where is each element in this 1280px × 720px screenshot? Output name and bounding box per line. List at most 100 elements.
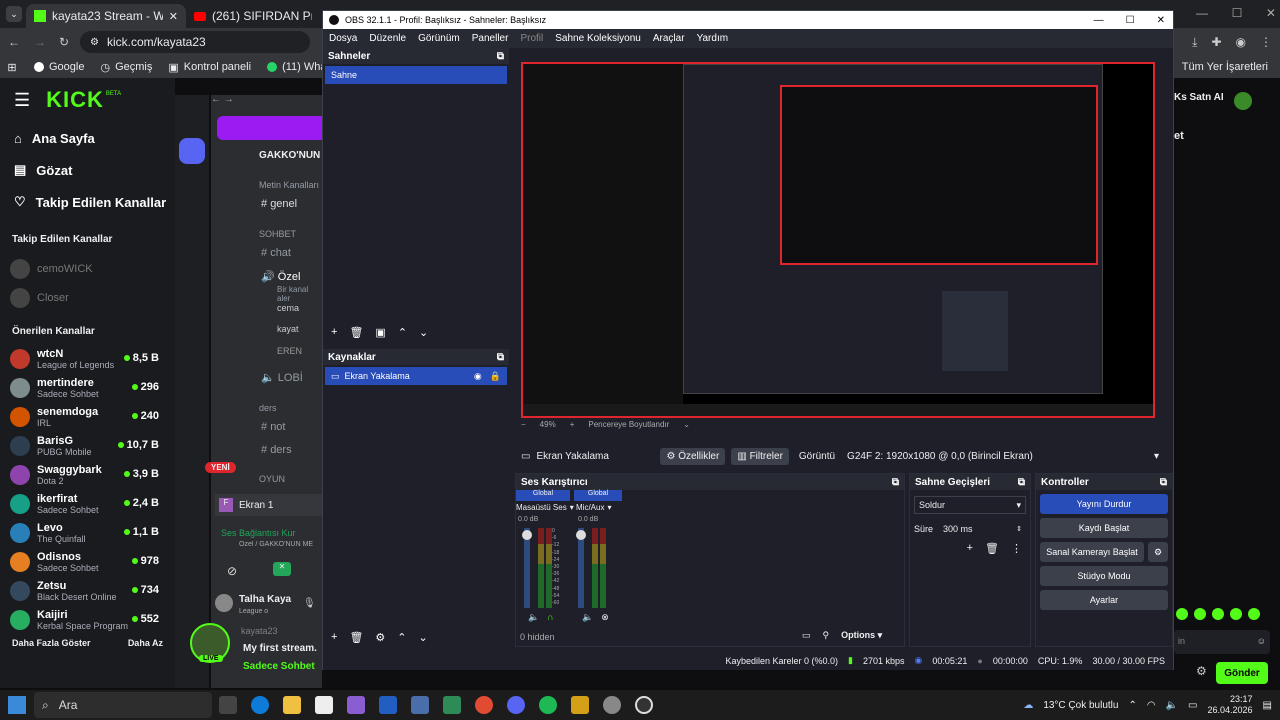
recommended-channel[interactable]: Odisnos Sadece Sohbet 978	[0, 547, 175, 576]
apps-icon[interactable]: ⊞	[0, 61, 24, 74]
menu-edit[interactable]: Düzenle	[369, 33, 406, 44]
bookmark-google[interactable]: Google	[34, 61, 84, 73]
menu-icon[interactable]: ⋮	[1260, 35, 1272, 50]
spinner-icon[interactable]: ⇕	[1016, 525, 1022, 533]
send-button[interactable]: Gönder	[1216, 662, 1268, 684]
user-avatar[interactable]	[215, 594, 233, 612]
notification-icon[interactable]: ▤	[1263, 700, 1272, 711]
tab-search-icon[interactable]: ⌄	[6, 6, 22, 22]
source-item[interactable]: ▭ Ekran Yakalama ◉ 🔒	[325, 367, 507, 385]
trash-icon[interactable]: 🗑	[349, 326, 363, 339]
studio-mode-button[interactable]: Stüdyo Modu	[1040, 566, 1168, 586]
tab-youtube[interactable]: (261) SIFIRDAN Profesyonel TV	[186, 4, 320, 28]
eye-icon[interactable]: ◉	[474, 371, 482, 382]
bookmark-dashboard[interactable]: ▣ Kontrol paneli	[168, 61, 251, 74]
stop-streaming-button[interactable]: Yayını Durdur	[1040, 494, 1168, 514]
category-chat[interactable]: SOHBET	[259, 229, 296, 239]
stream-category[interactable]: Sadece Sohbet	[243, 661, 315, 672]
voice-user[interactable]: cema	[277, 303, 299, 313]
store-icon[interactable]	[315, 696, 333, 714]
recommended-channel[interactable]: senemdoga IRL 240	[0, 402, 175, 431]
server-name[interactable]: GAKKO'NUN	[259, 150, 320, 161]
hamburger-icon[interactable]: ☰	[14, 90, 30, 111]
voice-status[interactable]: Ses Bağlantısı Kur	[221, 528, 322, 538]
app-icon[interactable]	[347, 696, 365, 714]
nav-browse[interactable]: ▤ Gözat	[0, 154, 175, 186]
discord-home-icon[interactable]	[179, 138, 205, 164]
properties-button[interactable]: ⚙ Özellikler	[660, 447, 726, 465]
up-icon[interactable]: ⌃	[397, 631, 406, 644]
filters-button[interactable]: ▥ Filtreler	[731, 447, 789, 465]
task-view-icon[interactable]	[219, 696, 237, 714]
wifi-icon[interactable]: ◠	[1147, 700, 1156, 711]
menu-scene-collection[interactable]: Sahne Koleksiyonu	[555, 33, 641, 44]
settings-button[interactable]: Ayarlar	[1040, 590, 1168, 610]
add-icon[interactable]: +	[967, 542, 973, 555]
maximize-icon[interactable]: ☐	[1126, 15, 1135, 26]
discord-icon[interactable]	[507, 696, 525, 714]
nav-following[interactable]: ♡ Takip Edilen Kanallar	[0, 186, 175, 218]
mixer-channel-desktop[interactable]: Masaüstü Ses ▾	[516, 503, 574, 512]
channel-genel[interactable]: # genel	[261, 198, 297, 210]
tray-chevron-icon[interactable]: ⌃	[1128, 700, 1136, 711]
lock-icon[interactable]: 🔒	[490, 371, 501, 382]
edge-icon[interactable]	[251, 696, 269, 714]
up-icon[interactable]: ⌃	[398, 326, 407, 339]
mic-meter[interactable]	[576, 528, 616, 608]
voice-user[interactable]: EREN	[277, 346, 302, 356]
screen-share-icon[interactable]: ✕	[273, 562, 291, 576]
emote-icon[interactable]	[1212, 608, 1224, 620]
battery-icon[interactable]: ▭	[1188, 700, 1197, 711]
recommended-channel[interactable]: Levo The Quinfall 1,1 B	[0, 518, 175, 547]
nav-home[interactable]: ⌂ Ana Sayfa	[0, 122, 175, 154]
show-more-link[interactable]: Daha Fazla Göster	[12, 638, 91, 648]
download-icon[interactable]: ⤓	[1192, 35, 1197, 50]
emote-icon[interactable]	[1194, 608, 1206, 620]
menu-docks[interactable]: Paneller	[472, 33, 509, 44]
mic-icon[interactable]: 🎙	[303, 598, 316, 609]
menu-tools[interactable]: Araçlar	[653, 33, 685, 44]
trash-icon[interactable]: 🗑	[349, 631, 363, 644]
dock-float-icon[interactable]: ⧉	[497, 51, 504, 62]
preview-scale[interactable]: Pencereye Boyutlandır	[588, 420, 669, 429]
voice-channel-lobi[interactable]: 🔈 LOBİ	[261, 371, 303, 384]
chrome-icon[interactable]	[475, 696, 493, 714]
maximize-icon[interactable]: ☐	[1232, 6, 1243, 20]
scene-item[interactable]: Sahne	[325, 66, 507, 84]
dock-float-icon[interactable]: ⧉	[1160, 477, 1167, 488]
emote-icon[interactable]	[1176, 608, 1188, 620]
app-icon[interactable]	[443, 696, 461, 714]
volume-icon[interactable]: 🔈	[582, 612, 593, 623]
display-select[interactable]: G24F 2: 1920x1080 @ 0,0 (Birincil Ekran)…	[841, 447, 1165, 465]
windows-start-icon[interactable]	[8, 696, 26, 714]
recommended-channel[interactable]: Zetsu Black Desert Online 734	[0, 576, 175, 605]
volume-slider-track[interactable]	[578, 528, 584, 608]
dock-float-icon[interactable]: ⧉	[1018, 477, 1025, 488]
camera-off-icon[interactable]: ⊘	[227, 564, 237, 578]
kick-logo[interactable]: KICK	[46, 87, 104, 113]
trash-icon[interactable]: 🗑	[985, 542, 999, 555]
followed-channel[interactable]: Closer	[0, 283, 175, 312]
app-icon[interactable]	[411, 696, 429, 714]
menu-profile[interactable]: Profil	[520, 33, 543, 44]
chevron-down-icon[interactable]: ⌄	[683, 420, 690, 429]
emote-icon[interactable]	[1248, 608, 1260, 620]
recommended-channel[interactable]: BarisG PUBG Mobile 10,7 B	[0, 431, 175, 460]
volume-slider-handle[interactable]	[576, 530, 586, 540]
channel-not[interactable]: # not	[261, 421, 285, 433]
down-icon[interactable]: ⌄	[419, 326, 428, 339]
screen-share-item[interactable]: F Ekran 1	[215, 494, 322, 516]
arrow-left-icon[interactable]: ← →	[211, 94, 234, 105]
emoji-icon[interactable]: ☺	[1257, 636, 1266, 646]
minimize-icon[interactable]: —	[1094, 15, 1104, 26]
close-icon[interactable]: ✕	[1157, 15, 1165, 26]
calendar-icon[interactable]	[379, 696, 397, 714]
recommended-channel[interactable]: ikerfirat Sadece Sohbet 2,4 B	[0, 489, 175, 518]
headphones-icon[interactable]: ∩	[547, 612, 553, 623]
all-bookmarks[interactable]: Tüm Yer İşaretleri	[1182, 61, 1268, 73]
site-info-icon[interactable]: ⚙	[90, 37, 99, 48]
volume-icon[interactable]: 🔈	[528, 612, 539, 623]
dock-float-icon[interactable]: ⧉	[892, 477, 899, 488]
menu-view[interactable]: Görünüm	[418, 33, 460, 44]
recommended-channel[interactable]: Swaggybark Dota 2 3,9 B	[0, 460, 175, 489]
